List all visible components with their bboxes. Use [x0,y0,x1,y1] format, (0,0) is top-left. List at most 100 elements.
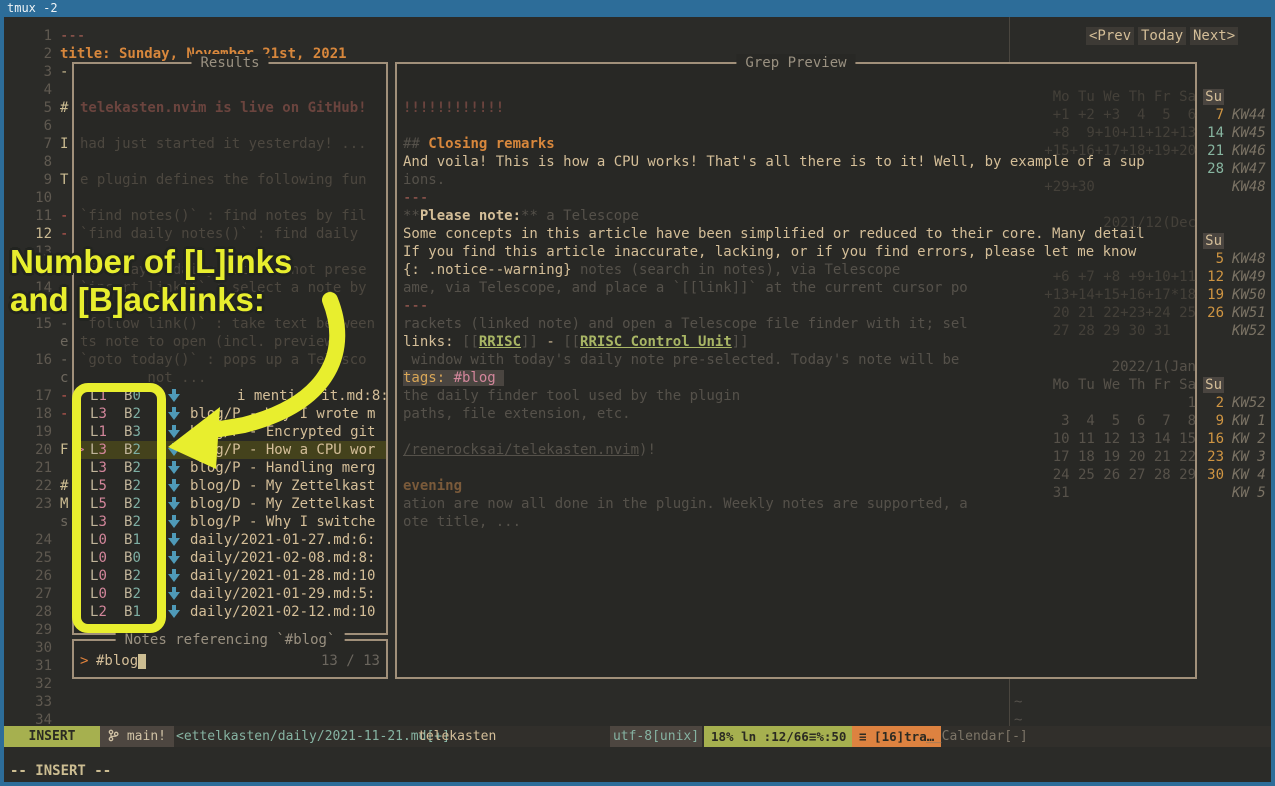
screen: ---title: Sunday, November 21st, 2021 12… [4,17,1271,782]
result-item-label: blog/P - Why I switche [190,513,375,531]
download-arrow-icon [168,569,180,583]
calendar-sunday-header: Su [1200,88,1224,106]
preview-line: --- [403,189,428,207]
preview-segment: {: .notice--warning} [403,262,572,278]
preview-title: Grep Preview [736,54,855,72]
calendar-sunday-date[interactable]: 14 [1200,124,1224,142]
calendar-week-number: KW52 [1232,394,1266,412]
calendar-week-number: KW44 [1232,106,1266,124]
calendar-sunday-date[interactable]: 9 [1200,412,1224,430]
calendar-week-days: 27 28 29 30 31 [1034,322,1196,340]
calendar-week-number: KW48 [1232,178,1266,196]
calendar-sunday-date[interactable]: 7 [1200,106,1224,124]
line-number: 29 [20,621,52,639]
preview-segment: notes (search in notes), via Telescope [572,262,901,278]
calendar-sunday-date[interactable]: 16 [1200,430,1224,448]
calendar-week-number: KW51 [1232,304,1266,322]
preview-segment: RRISC Control Unit [580,334,732,350]
line-number: 1 [20,27,52,45]
buffer-char: # [60,99,68,117]
calendar-week-days: +6 +7 +8 +9+10+11 [1034,268,1196,286]
line-number: 20 [20,441,52,459]
preview-segment: window with today's daily note pre-selec… [403,352,959,368]
calendar-sunday-date[interactable]: 26 [1200,304,1224,322]
buffer-char: F [60,441,68,459]
prompt-title: Notes referencing `#blog` [116,631,345,649]
calendar-month-header: 2022/1(Jan [1034,358,1196,376]
line-number: 32 [20,675,52,693]
calendar-next-button[interactable]: Next> [1190,27,1238,45]
preview-segment: ** a Telescope [521,208,639,224]
preview-segment: ions. [403,172,445,188]
preview-segment [496,370,504,386]
result-item-label: daily/2021-01-29.md:5: [190,585,375,603]
preview-segment: ** [403,208,420,224]
preview-segment: evening [403,478,462,494]
calendar-sunday-date[interactable]: 30 [1200,466,1224,484]
calendar-sunday-date[interactable]: 5 [1200,250,1224,268]
preview-line: ## Closing remarks [403,135,555,153]
preview-line: window with today's daily note pre-selec… [403,351,959,369]
calendar-week-days: +29+30 [1034,178,1196,196]
line-number: 21 [20,459,52,477]
calendar-sunday-date[interactable]: 19 [1200,286,1224,304]
preview-line: rackets (linked note) and open a Telesco… [403,315,968,333]
line-number: 24 [20,531,52,549]
search-input[interactable]: #blog [96,652,138,670]
calendar-week-days: 3 4 5 6 7 8 [1034,412,1196,430]
line-number: 9 [20,171,52,189]
line-number: 16 [20,351,52,369]
preview-line: **Please note:** a Telescope [403,207,639,225]
line-number: 28 [20,603,52,621]
mode-message: -- INSERT -- [10,762,111,780]
buffer-char: - [60,225,68,243]
result-counter: 13 / 13 [244,652,380,670]
calendar-today-button[interactable]: Today [1138,27,1186,45]
preview-line: !!!!!!!!!!!! [403,99,504,117]
calendar-week-number: KW48 [1232,250,1266,268]
calendar-week-days: 31 [1034,484,1196,502]
annotation-highlight-box [72,383,166,633]
preview-segment: Closing remarks [428,136,554,152]
line-number: 6 [20,117,52,135]
line-number: 5 [20,99,52,117]
calendar-week-days: 10 11 12 13 14 15 [1034,430,1196,448]
calendar-week-number: KW45 [1232,124,1266,142]
preview-segment: tags: [403,370,454,386]
buffer-char: - [60,63,68,81]
preview-segment: )! [639,442,656,458]
calendar-sunday-date[interactable]: 21 [1200,142,1224,160]
line-number: 25 [20,549,52,567]
buffer-char: s [60,513,68,531]
calendar-week-days: +15+16+17+18+19+20 [1034,142,1196,160]
results-ghost-line: had just started it yesterday! ... [80,135,367,153]
calendar-prev-button[interactable]: <Prev [1086,27,1134,45]
buffer-char: I [60,135,68,153]
line-number: 27 [20,585,52,603]
download-arrow-icon [168,497,180,511]
results-ghost-line: `find notes()` : find notes by fil [80,207,367,225]
prompt-caret: > [80,652,88,670]
line-number: 17 [20,387,52,405]
line-number: 33 [20,693,52,711]
calendar-sunday-date[interactable]: 28 [1200,160,1224,178]
tmux-title: tmux -2 [0,1,58,15]
mode-indicator: INSERT [4,726,100,747]
calendar-sunday-header: Su [1200,232,1224,250]
download-arrow-icon [168,587,180,601]
buffer-char: - [60,207,68,225]
terminal-window: tmux -2 ---title: Sunday, November 21st,… [0,0,1275,786]
calendar-sunday-date[interactable]: 12 [1200,268,1224,286]
calendar-week-number: KW50 [1232,286,1266,304]
line-number: 31 [20,657,52,675]
calendar-sunday-header: Su [1200,376,1224,394]
calendar-sunday-date[interactable]: 2 [1200,394,1224,412]
calendar-sunday-date[interactable]: 23 [1200,448,1224,466]
preview-segment: If you find this article inaccurate, lac… [403,244,1136,260]
preview-segment: /renerocksai/telekasten.nvim [403,442,639,458]
preview-line: If you find this article inaccurate, lac… [403,243,1136,261]
calendar-week-days: 20 21 22+23+24 25 [1034,304,1196,322]
calendar-week-days: 1 [1034,394,1196,412]
preview-segment: --- [403,298,428,314]
result-item-label: blog/D - My Zettelkast [190,477,375,495]
